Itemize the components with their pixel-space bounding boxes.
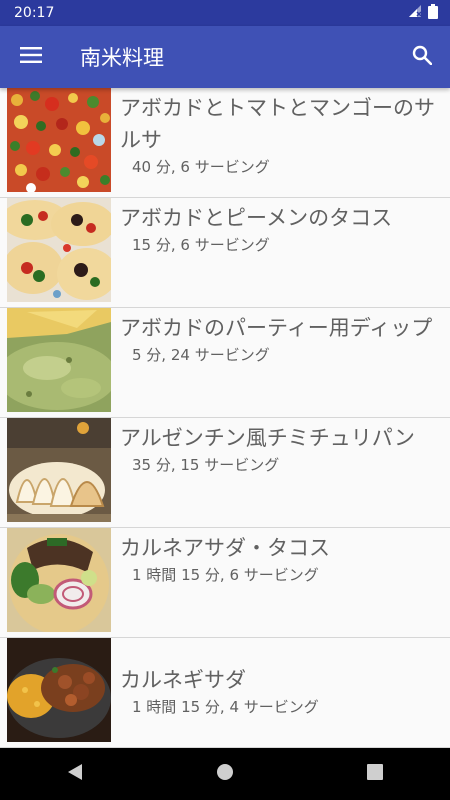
back-button[interactable]: [45, 748, 105, 800]
back-icon: [67, 763, 83, 785]
recipe-title: アボカドとトマトとマンゴーのサルサ: [120, 96, 435, 152]
search-icon: [412, 45, 433, 69]
recipe-meta: 40 分, 6 サービング: [132, 158, 270, 176]
recipe-thumbnail: [7, 198, 111, 302]
status-bar: 20:17: [0, 0, 450, 26]
recipe-list[interactable]: アボカドとトマトとマンゴーのサルサ 40 分, 6 サービング アボカドとピーメ…: [0, 88, 450, 748]
signal-icon: [408, 4, 422, 22]
recipe-thumbnail: [7, 418, 111, 522]
recipe-title: アルゼンチン風チミチュリパン: [120, 426, 415, 450]
recipe-thumbnail: [7, 88, 111, 192]
app-bar: 南米料理: [0, 26, 450, 88]
app-title: 南米料理: [80, 46, 164, 70]
recipe-title: アボカドのパーティー用ディップ: [120, 316, 433, 340]
status-icons: [408, 3, 438, 23]
recipe-title: カルネアサダ・タコス: [120, 536, 330, 560]
recipe-meta: 15 分, 6 サービング: [132, 236, 270, 254]
recipe-thumbnail: [7, 528, 111, 632]
recipe-title: カルネギサダ: [120, 668, 246, 692]
menu-icon: [20, 47, 42, 67]
list-item[interactable]: カルネアサダ・タコス 1 時間 15 分, 6 サービング: [0, 528, 450, 638]
recipe-title: アボカドとピーメンのタコス: [120, 206, 393, 230]
status-time: 20:17: [14, 5, 55, 21]
home-icon: [216, 763, 234, 785]
battery-icon: [428, 3, 438, 23]
recents-icon: [367, 764, 383, 784]
list-item[interactable]: カルネギサダ 1 時間 15 分, 4 サービング: [0, 638, 450, 748]
recipe-meta: 5 分, 24 サービング: [132, 346, 270, 364]
recipe-meta: 1 時間 15 分, 6 サービング: [132, 566, 319, 584]
search-button[interactable]: [394, 26, 450, 88]
list-item[interactable]: アボカドのパーティー用ディップ 5 分, 24 サービング: [0, 308, 450, 418]
recents-button[interactable]: [345, 748, 405, 800]
recipe-meta: 1 時間 15 分, 4 サービング: [132, 698, 319, 716]
list-item[interactable]: アボカドとピーメンのタコス 15 分, 6 サービング: [0, 198, 450, 308]
recipe-thumbnail: [7, 638, 111, 742]
recipe-thumbnail: [7, 308, 111, 412]
system-nav-bar: [0, 748, 450, 800]
home-button[interactable]: [195, 748, 255, 800]
menu-button[interactable]: [0, 26, 62, 88]
list-item[interactable]: アルゼンチン風チミチュリパン 35 分, 15 サービング: [0, 418, 450, 528]
recipe-meta: 35 分, 15 サービング: [132, 456, 280, 474]
list-item[interactable]: アボカドとトマトとマンゴーのサルサ 40 分, 6 サービング: [0, 88, 450, 198]
